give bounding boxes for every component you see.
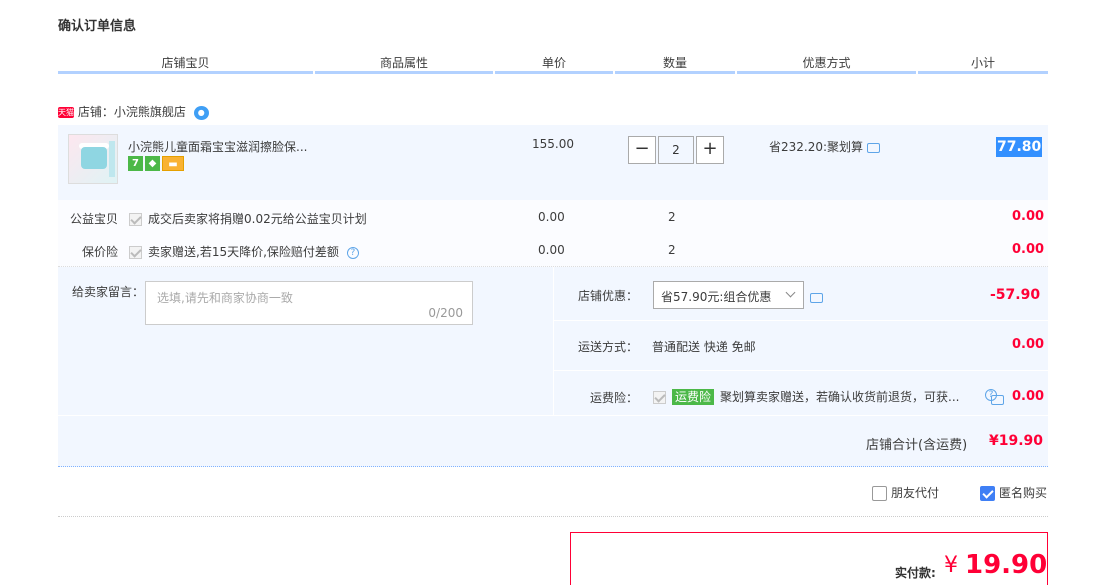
shop-label: 店铺： xyxy=(77,105,114,119)
memo-counter: 0/200 xyxy=(428,306,463,320)
charity-checkbox xyxy=(129,213,142,226)
seven-day-return-icon[interactable]: 7 xyxy=(128,156,143,171)
discount-method: 省232.20:聚划算 xyxy=(769,138,881,155)
divider xyxy=(553,370,1048,371)
shop-name-link[interactable]: 小浣熊旗舰店 xyxy=(114,105,186,119)
charity-desc: 成交后卖家将捐赠0.02元给公益宝贝计划 xyxy=(148,212,367,226)
anonymous-checkbox[interactable] xyxy=(980,486,995,501)
header-attributes: 商品属性 xyxy=(315,54,493,74)
price-protect-qty: 2 xyxy=(668,243,676,257)
divider xyxy=(553,320,1048,321)
item-subtotal: 77.80 xyxy=(996,137,1043,157)
memo-label: 给卖家留言： xyxy=(72,285,145,299)
friend-pay-label: 朋友代付 xyxy=(891,486,940,500)
help-icon[interactable]: ? xyxy=(346,246,359,259)
message-icon[interactable] xyxy=(810,292,823,303)
charity-qty: 2 xyxy=(668,210,676,224)
message-icon[interactable] xyxy=(867,142,881,153)
quantity-minus-button[interactable]: − xyxy=(628,136,656,164)
tmall-icon: 天猫 xyxy=(58,107,74,118)
shipping-value: 普通配送 快递 免邮 xyxy=(652,340,756,354)
quantity-plus-button[interactable]: + xyxy=(696,136,724,164)
price-protect-price: 0.00 xyxy=(538,243,565,257)
panel-divider xyxy=(553,267,554,415)
chevron-down-icon xyxy=(785,287,796,298)
anonymous-option[interactable]: 匿名购买 xyxy=(980,484,1047,501)
wangwang-icon[interactable]: ● xyxy=(193,105,209,120)
unit-price: 155.00 xyxy=(532,137,574,151)
product-thumbnail[interactable] xyxy=(68,134,118,184)
anonymous-label: 匿名购买 xyxy=(999,486,1048,500)
payment-currency: ¥ xyxy=(944,553,958,578)
shipping-insurance-checkbox xyxy=(653,391,666,404)
shop-total-label: 店铺合计(含运费) xyxy=(866,438,968,453)
divider xyxy=(58,415,1048,416)
shipping-label: 运送方式： xyxy=(578,340,639,354)
shipping-insurance: 运费险 聚划算卖家赠送，若确认收货前退货，可获... xyxy=(653,388,959,405)
shipping-amount: 0.00 xyxy=(1012,337,1045,352)
divider xyxy=(58,516,1048,517)
price-protect-subtotal: 0.00 xyxy=(1012,242,1045,257)
payment-total: 19.90 xyxy=(965,550,1048,580)
service-label-charity: 公益宝贝 xyxy=(70,212,119,226)
friend-pay-checkbox[interactable] xyxy=(872,486,887,501)
header-unit-price: 单价 xyxy=(495,54,613,74)
discount-text: 省232.20:聚划算 xyxy=(769,140,864,154)
help-icon[interactable]: ? xyxy=(985,389,997,401)
product-title-link[interactable]: 小浣熊儿童面霜宝宝滋润擦脸保... xyxy=(128,138,318,155)
charity-subtotal: 0.00 xyxy=(1012,209,1045,224)
shop-discount-selected: 省57.90元:组合优惠 xyxy=(661,290,772,304)
header-shop-item: 店铺宝贝 xyxy=(58,54,313,74)
friend-pay-option[interactable]: 朋友代付 xyxy=(872,484,939,501)
price-protect-desc: 卖家赠送,若15天降价,保险赔付差额 xyxy=(148,245,339,259)
shipping-insurance-tag: 运费险 xyxy=(672,389,715,405)
header-subtotal: 小计 xyxy=(918,54,1048,74)
price-protect-checkbox xyxy=(129,246,142,259)
product-badges: 7 ◆ ▬ xyxy=(128,156,186,171)
page-title: 确认订单信息 xyxy=(58,19,137,34)
shop-total-value: ¥19.90 xyxy=(989,433,1044,449)
header-discount: 优惠方式 xyxy=(737,54,916,74)
shipping-insurance-amount: 0.00 xyxy=(1012,389,1045,404)
service-label-price-protect: 保价险 xyxy=(82,245,119,259)
shield-icon[interactable]: ◆ xyxy=(145,156,160,171)
service-price-protect: 卖家赠送,若15天降价,保险赔付差额? xyxy=(129,243,359,260)
shop-discount-label: 店铺优惠： xyxy=(578,289,639,303)
shop-discount-select[interactable]: 省57.90元:组合优惠 xyxy=(653,281,804,309)
service-charity: 成交后卖家将捐赠0.02元给公益宝贝计划 xyxy=(129,210,367,227)
memo-placeholder: 选填,请先和商家协商一致 xyxy=(157,291,293,305)
payment-label: 实付款: xyxy=(895,566,936,580)
quantity-input[interactable]: 2 xyxy=(658,136,694,164)
shop-row: 天猫 店铺：小浣熊旗舰店 ● xyxy=(58,103,209,120)
card-icon[interactable]: ▬ xyxy=(162,156,184,171)
shop-discount-amount: -57.90 xyxy=(990,287,1041,303)
memo-textarea[interactable]: 选填,请先和商家协商一致 0/200 xyxy=(145,281,473,325)
header-quantity: 数量 xyxy=(615,54,735,74)
charity-price: 0.00 xyxy=(538,210,565,224)
shipping-insurance-label: 运费险： xyxy=(590,391,639,405)
shipping-insurance-desc: 聚划算卖家赠送，若确认收货前退货，可获... xyxy=(720,390,960,404)
